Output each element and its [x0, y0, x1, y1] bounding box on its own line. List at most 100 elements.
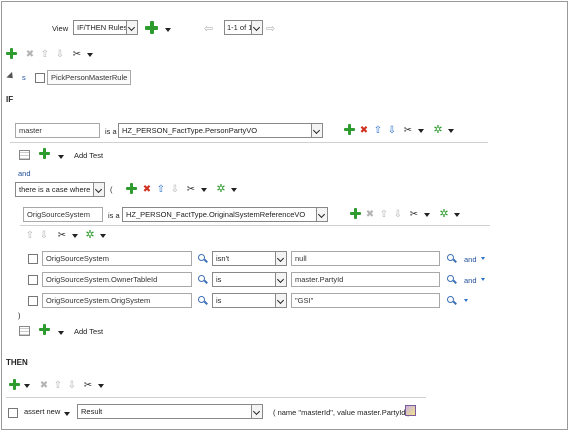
- delete-icon[interactable]: ✖: [358, 125, 370, 136]
- search-icon[interactable]: [198, 296, 206, 304]
- pattern2-add-test-link[interactable]: Add Test: [74, 327, 103, 336]
- action-checkbox[interactable]: [8, 408, 18, 418]
- test-conjunction[interactable]: and: [464, 276, 477, 285]
- move-down-icon[interactable]: ⇩: [392, 209, 404, 220]
- test-row-checkbox[interactable]: [28, 296, 38, 306]
- search-icon[interactable]: [198, 254, 206, 262]
- add-test-menu-button[interactable]: [58, 152, 64, 161]
- test-conjunction[interactable]: and: [464, 255, 477, 264]
- add-icon[interactable]: [344, 124, 355, 137]
- pattern2-fact-type-select[interactable]: HZ_PERSON_FactType.OriginalSystemReferen…: [122, 207, 328, 222]
- test-operator-select[interactable]: isn't: [212, 251, 287, 266]
- test-left-operand[interactable]: OrigSourceSystem.OwnerTableId: [42, 272, 192, 287]
- move-down-icon[interactable]: ⇩: [38, 230, 50, 241]
- dropdown-arrow-icon[interactable]: [201, 187, 207, 192]
- view-select[interactable]: IF/THEN Rules: [73, 20, 138, 35]
- previous-page-icon[interactable]: ⇦: [204, 22, 213, 35]
- pattern1-is-a-label: is a: [105, 127, 117, 136]
- move-up-icon[interactable]: ⇧: [52, 380, 64, 391]
- move-down-icon[interactable]: ⇩: [54, 49, 66, 60]
- dropdown-arrow-icon[interactable]: [87, 52, 93, 57]
- gear-icon[interactable]: ✲: [215, 184, 227, 195]
- test-row-checkbox[interactable]: [28, 275, 38, 285]
- test-operator-value: is: [216, 275, 222, 284]
- rule-checkbox[interactable]: [35, 73, 45, 83]
- move-up-icon[interactable]: ⇧: [24, 230, 36, 241]
- add-rule-button[interactable]: [6, 48, 17, 61]
- dropdown-arrow-icon[interactable]: [231, 187, 237, 192]
- add-test-plus-button[interactable]: [39, 324, 50, 337]
- rule-name-field[interactable]: PickPersonMasterRule: [47, 70, 131, 85]
- chevron-down-icon: [251, 21, 262, 34]
- action-target-select[interactable]: Result: [77, 404, 263, 419]
- dropdown-arrow-icon[interactable]: [481, 257, 485, 260]
- pattern1-variable-field[interactable]: master: [15, 123, 100, 138]
- add-rule-button[interactable]: [145, 21, 158, 36]
- add-test-menu-button[interactable]: [58, 328, 64, 337]
- dropdown-arrow-icon: [165, 28, 171, 32]
- action-verb-menu[interactable]: [64, 409, 70, 418]
- delete-icon[interactable]: ✖: [364, 209, 376, 220]
- grid-icon[interactable]: [19, 150, 30, 162]
- move-down-icon[interactable]: ⇩: [386, 125, 398, 136]
- add-test-plus-button[interactable]: [39, 148, 50, 161]
- dropdown-arrow-icon[interactable]: [424, 212, 430, 217]
- move-down-icon[interactable]: ⇩: [169, 184, 181, 195]
- and-label[interactable]: and: [18, 169, 31, 178]
- dropdown-arrow-icon[interactable]: [464, 299, 468, 302]
- gear-icon[interactable]: ✲: [84, 230, 96, 241]
- next-page-icon[interactable]: ⇨: [266, 22, 275, 35]
- test-row-checkbox[interactable]: [28, 254, 38, 264]
- pattern2-variable-field[interactable]: OrigSourceSystem: [23, 207, 103, 222]
- test-right-operand[interactable]: master.PartyId: [291, 272, 440, 287]
- add-icon[interactable]: [126, 183, 137, 196]
- delete-icon[interactable]: ✖: [24, 49, 36, 60]
- gear-icon[interactable]: ✲: [438, 209, 450, 220]
- test-operator-select[interactable]: is: [212, 293, 287, 308]
- search-icon[interactable]: [198, 275, 206, 283]
- pattern1-fact-type-select[interactable]: HZ_PERSON_FactType.PersonPartyVO: [118, 123, 323, 138]
- cut-icon[interactable]: ✂: [71, 49, 83, 60]
- test-operator-select[interactable]: is: [212, 272, 287, 287]
- add-action-button[interactable]: [9, 379, 20, 392]
- add-icon[interactable]: [350, 208, 361, 221]
- test-right-operand[interactable]: null: [291, 251, 440, 266]
- dropdown-arrow-icon[interactable]: [100, 233, 106, 238]
- cut-icon[interactable]: ✂: [185, 184, 197, 195]
- action-verb[interactable]: assert new: [24, 407, 60, 416]
- delete-group-icon[interactable]: ✖: [141, 184, 153, 195]
- pattern2-fact-type-value: HZ_PERSON_FactType.OriginalSystemReferen…: [126, 210, 306, 219]
- dropdown-arrow-icon[interactable]: [448, 128, 454, 133]
- test-right-operand[interactable]: "GSI": [291, 293, 440, 308]
- cut-icon[interactable]: ✂: [56, 230, 68, 241]
- rule-expand-toggle[interactable]: s: [22, 73, 26, 82]
- add-menu-button[interactable]: [165, 25, 171, 34]
- cut-icon[interactable]: ✂: [408, 209, 420, 220]
- gear-icon[interactable]: ✲: [432, 125, 444, 136]
- move-up-icon[interactable]: ⇧: [372, 125, 384, 136]
- search-icon[interactable]: [447, 296, 455, 304]
- case-where-select[interactable]: there is a case where: [15, 182, 105, 197]
- move-up-icon[interactable]: ⇧: [155, 184, 167, 195]
- grid-icon[interactable]: [19, 326, 30, 338]
- move-down-icon[interactable]: ⇩: [66, 380, 78, 391]
- dropdown-arrow-icon[interactable]: [24, 383, 30, 388]
- search-icon[interactable]: [447, 275, 455, 283]
- dropdown-arrow-icon[interactable]: [72, 233, 78, 238]
- dropdown-arrow-icon[interactable]: [418, 128, 424, 133]
- cut-icon[interactable]: ✂: [402, 125, 414, 136]
- dropdown-arrow-icon[interactable]: [481, 278, 485, 281]
- move-up-icon[interactable]: ⇧: [39, 49, 51, 60]
- edit-properties-icon[interactable]: [405, 405, 416, 416]
- test-left-operand[interactable]: OrigSourceSystem.OrigSystem: [42, 293, 192, 308]
- pager-select[interactable]: 1-1 of 1: [224, 20, 263, 35]
- action-arguments[interactable]: ( name "masterId", value master.PartyId …: [273, 408, 410, 417]
- delete-icon[interactable]: ✖: [38, 380, 50, 391]
- move-up-icon[interactable]: ⇧: [378, 209, 390, 220]
- test-left-operand[interactable]: OrigSourceSystem: [42, 251, 192, 266]
- cut-icon[interactable]: ✂: [82, 380, 94, 391]
- dropdown-arrow-icon[interactable]: [454, 212, 460, 217]
- dropdown-arrow-icon[interactable]: [98, 383, 104, 388]
- search-icon[interactable]: [447, 254, 455, 262]
- pattern1-add-test-link[interactable]: Add Test: [74, 151, 103, 160]
